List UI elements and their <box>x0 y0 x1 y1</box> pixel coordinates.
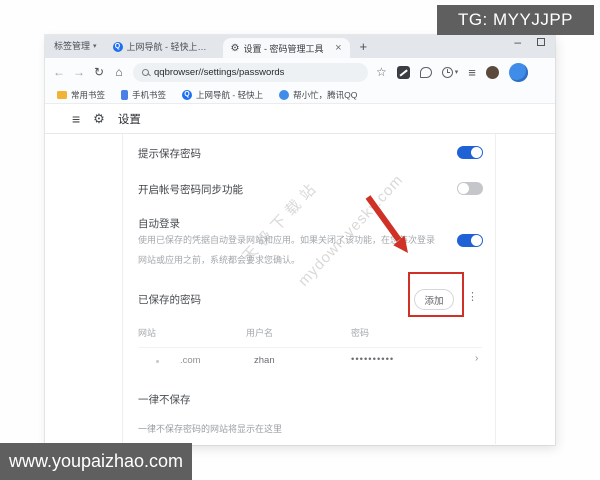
table-row[interactable]: .com <box>180 355 201 366</box>
never-save-hint: 一律不保存密码的网站将显示在这里 <box>138 424 283 434</box>
row-password-dots: •••••••••• <box>351 354 395 365</box>
bookmark-nav[interactable]: Q 上网导航 - 轻快上 <box>182 89 263 101</box>
minimize-button[interactable]: – <box>514 36 521 48</box>
tab-manager-button[interactable]: 标签管理 ▾ <box>54 39 97 52</box>
new-tab-button[interactable]: + <box>360 39 368 54</box>
bookmark-mobile[interactable]: 手机书签 <box>121 89 166 101</box>
history-button[interactable]: ▾ <box>441 66 459 78</box>
bookmark-star-icon[interactable]: ☆ <box>376 65 387 79</box>
forward-icon[interactable]: → <box>69 65 89 79</box>
password-sync-toggle[interactable] <box>457 182 483 195</box>
toggle-knob <box>471 235 482 246</box>
bookmark-qq-help[interactable]: 帮小忙，腾讯QQ <box>279 89 357 101</box>
page-title: 设置 <box>117 113 141 126</box>
bookmark-label: 手机书签 <box>132 89 167 100</box>
column-header-site: 网站 <box>138 328 157 338</box>
browser-window: 标签管理 ▾ Q 上网导航 - 轻快上网 从这里开始 ⚙ 设置 - 密码管理工具… <box>45 35 555 445</box>
gear-favicon-icon: ⚙ <box>230 42 240 54</box>
qq-icon <box>279 89 290 100</box>
save-password-toggle[interactable] <box>457 146 483 159</box>
bookmarks-bar: 常用书签 手机书签 Q 上网导航 - 轻快上 帮小忙，腾讯QQ <box>45 86 555 104</box>
settings-header: ≡ ⚙ 设置 <box>45 104 555 133</box>
tab-manager-label: 标签管理 <box>54 41 91 51</box>
tab-settings-passwords[interactable]: ⚙ 设置 - 密码管理工具 × <box>222 38 350 58</box>
feedback-bubble-icon[interactable] <box>419 66 432 78</box>
tab-strip: 标签管理 ▾ Q 上网导航 - 轻快上网 从这里开始 ⚙ 设置 - 密码管理工具… <box>45 35 555 58</box>
quick-access-icon[interactable] <box>396 65 410 79</box>
hamburger-menu-icon[interactable]: ≡ <box>72 111 80 127</box>
back-icon[interactable]: ← <box>49 65 69 79</box>
folder-icon <box>57 90 67 99</box>
toggle-knob <box>471 147 482 158</box>
bookmark-label: 上网导航 - 轻快上 <box>196 89 264 100</box>
watermark-top-right: TG: MYYJJPP <box>437 5 594 35</box>
bookmark-label: 帮小忙，腾讯QQ <box>293 89 358 100</box>
qqbrowser-logo-icon: Q <box>182 89 193 100</box>
caret-down-icon: ▾ <box>93 42 97 50</box>
auto-login-toggle[interactable] <box>457 234 483 247</box>
column-header-username: 用户名 <box>246 328 274 338</box>
browser-toolbar: ← → ↻ ⌂ qqbrowser//settings/passwords ☆ … <box>45 58 555 86</box>
annotation-red-arrow <box>365 195 408 253</box>
site-favicon-dot <box>156 360 159 363</box>
save-password-prompt-label: 提示保存密码 <box>138 148 201 160</box>
annotation-red-rectangle <box>408 272 464 317</box>
more-options-icon[interactable]: ⋮ <box>467 290 478 303</box>
address-bar[interactable]: qqbrowser//settings/passwords <box>133 62 368 82</box>
table-row-divider <box>138 347 482 348</box>
never-save-title: 一律不保存 <box>138 394 191 406</box>
maximize-button[interactable] <box>537 38 545 46</box>
reload-icon[interactable]: ↻ <box>89 65 109 79</box>
qqbrowser-logo-icon: Q <box>112 41 123 52</box>
tab-label: 上网导航 - 轻快上网 从这里开始 <box>126 42 215 52</box>
password-sync-label: 开启帐号密码同步功能 <box>138 184 243 196</box>
bookmark-label: 常用书签 <box>71 89 106 100</box>
url-text: qqbrowser//settings/passwords <box>154 66 285 78</box>
tab-home-nav[interactable]: Q 上网导航 - 轻快上网 从这里开始 <box>105 35 223 58</box>
saved-passwords-title: 已保存的密码 <box>138 294 201 306</box>
toggle-knob <box>458 183 469 194</box>
tab-label: 设置 - 密码管理工具 <box>243 43 324 54</box>
settings-page: ≡ ⚙ 设置 提示保存密码 开启帐号密码同步功能 自动登录 使用已保存的凭据自动… <box>45 104 555 444</box>
caret-down-icon: ▾ <box>454 69 459 76</box>
toolbar-right-icons: ☆ ▾ ≡ <box>376 62 528 82</box>
menu-icon[interactable]: ≡ <box>468 65 476 80</box>
bookmark-common[interactable]: 常用书签 <box>57 89 105 101</box>
close-tab-icon[interactable]: × <box>335 42 341 54</box>
screenshot-canvas: TG: MYYJJPP www.youpaizhao.com 天极下载站 myd… <box>0 0 600 480</box>
auto-login-title: 自动登录 <box>138 218 180 230</box>
history-clock-icon <box>441 66 453 78</box>
window-controls: – <box>514 36 545 48</box>
home-icon[interactable]: ⌂ <box>109 65 129 79</box>
qq-login-avatar[interactable] <box>508 62 528 82</box>
column-header-password: 密码 <box>351 328 370 338</box>
settings-gear-icon: ⚙ <box>93 110 105 126</box>
profile-avatar[interactable] <box>485 65 499 79</box>
phone-icon <box>121 89 129 100</box>
row-username: zhan <box>254 355 275 366</box>
search-icon <box>142 68 149 76</box>
watermark-bottom-left: www.youpaizhao.com <box>0 443 192 480</box>
chevron-right-icon[interactable]: › <box>475 353 478 364</box>
